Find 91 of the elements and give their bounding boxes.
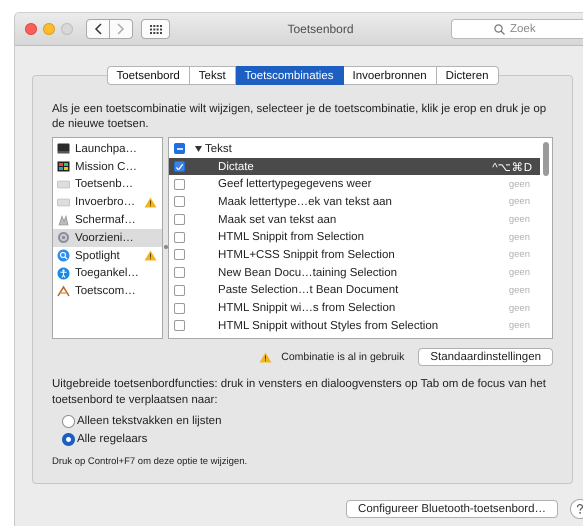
search-icon (494, 24, 505, 35)
category-item[interactable]: Launchpa… (53, 140, 162, 158)
shortcut-keys: geen (508, 320, 530, 332)
back-chevron-icon (94, 23, 102, 35)
bluetooth-button[interactable]: Configureer Bluetooth-toetsenbord… (346, 500, 558, 518)
checkbox[interactable] (174, 161, 186, 172)
shortcut-name: Dictate (218, 160, 255, 173)
shortcut-name: Geef lettertypegegevens weer (218, 178, 372, 190)
minimize-button[interactable] (43, 23, 55, 35)
shortcut-keys: geen (508, 302, 530, 314)
checkbox[interactable] (174, 267, 186, 278)
checkbox[interactable] (174, 214, 186, 226)
shortcut-row[interactable]: Maak set van tekst aan geen (169, 210, 540, 228)
checkbox[interactable] (174, 249, 186, 260)
tab[interactable]: Dicteren (436, 66, 498, 85)
radio-button[interactable] (62, 432, 75, 446)
gear-icon (57, 231, 70, 244)
category-item[interactable]: Schermaf… (53, 211, 162, 229)
warning-icon (259, 352, 272, 362)
shortcut-row[interactable]: Dictate ^⌥⌘D (169, 158, 540, 176)
shortcut-row[interactable]: HTML Snippit from Selection geen (169, 228, 540, 246)
show-all-button[interactable] (141, 19, 170, 39)
question-mark-icon (574, 503, 583, 515)
full-keyboard-text: Uitgebreide toetsenbordfuncties: druk in vensters en dialoogvensters op Tab om de focus van het toetsenbord te verplaatsen naar: (52, 377, 547, 408)
search-field[interactable]: Zoek (451, 19, 583, 39)
tab[interactable]: Tekst (190, 66, 236, 85)
back-button[interactable] (86, 19, 110, 39)
group-label: Tekst (205, 142, 232, 155)
shortcut-name: Maak set van tekst aan (218, 214, 338, 226)
close-button[interactable] (25, 23, 37, 35)
shortcut-row[interactable]: Paste Selection…t Bean Document geen (169, 282, 540, 300)
hint-text: Druk op Control+F7 om deze optie te wijzigen. (52, 456, 248, 467)
shortcut-name: HTML+CSS Snippit from Selection (218, 248, 396, 261)
shortcut-name: Maak lettertype…ek van tekst aan (218, 196, 393, 208)
category-item[interactable]: Mission C… (53, 158, 162, 176)
tab[interactable]: Toetsenbord (106, 66, 190, 85)
checkbox[interactable] (174, 302, 186, 314)
shortcut-row[interactable]: Maak lettertype…ek van tekst aan geen (169, 193, 540, 211)
disclosure-triangle-icon[interactable] (195, 146, 202, 152)
checkbox[interactable] (174, 196, 186, 208)
checkbox[interactable] (174, 178, 186, 190)
category-item[interactable]: Voorzieni… (53, 228, 162, 247)
grid-icon (150, 24, 162, 34)
conflict-message: Combinatie is al in gebruik (281, 351, 404, 363)
radio-label[interactable]: Alleen tekstvakken en lijsten (77, 415, 222, 427)
shortcut-name: Paste Selection…t Bean Document (218, 284, 400, 296)
splitter-handle[interactable] (164, 245, 168, 249)
shortcut-keys: geen (508, 267, 530, 278)
shortcut-keys: geen (508, 196, 530, 208)
checkbox[interactable] (174, 284, 186, 296)
shortcut-row[interactable]: Geef lettertypegegevens weer geen (169, 175, 540, 194)
tab[interactable]: Invoerbronnen (344, 66, 437, 85)
shortcut-keys: geen (508, 178, 530, 190)
scrollbar-thumb[interactable] (543, 142, 549, 176)
shortcut-name: HTML Snippit without Styles from Selection (218, 320, 440, 332)
category-item[interactable]: Toetsenb… (53, 176, 162, 194)
category-item[interactable]: Invoerbro… (53, 193, 162, 212)
zoom-button[interactable] (61, 23, 73, 35)
instruction-text: Als je een toetscombinatie wilt wijzigen, selecteer je de toetscombinatie, klik je erop en druk je op de nieuwe toetsen. (52, 102, 548, 132)
defaults-button[interactable]: Standaardinstellingen (418, 348, 553, 366)
shortcut-row[interactable]: HTML Snippit without Styles from Selection geen (169, 316, 540, 335)
checkbox[interactable] (174, 232, 186, 243)
search-icon (57, 249, 70, 262)
keyboard-icon (57, 178, 70, 191)
category-item[interactable]: Toetscom… (53, 282, 162, 300)
shortcut-keys: geen (508, 214, 530, 226)
shortcut-row[interactable]: New Bean Docu…taining Selection geen (169, 264, 540, 282)
category-item[interactable]: Spotlight (53, 246, 162, 265)
window-title: Toetsenbord (286, 22, 355, 36)
shortcut-keys: ^⌥⌘D (492, 160, 532, 174)
shortcut-row[interactable]: HTML Snippit wi…s from Selection geen (169, 299, 540, 317)
tiled-screen-icon (57, 160, 70, 174)
shortcut-keys: geen (508, 232, 530, 243)
person-icon (57, 266, 70, 280)
dash-icon (176, 148, 183, 150)
shortcut-name: HTML Snippit wi…s from Selection (218, 302, 396, 314)
shortcut-row[interactable]: HTML+CSS Snippit from Selection geen (169, 246, 540, 264)
checkbox[interactable] (174, 320, 186, 332)
radio-button[interactable] (62, 414, 75, 428)
compass-icon (57, 284, 70, 298)
radio-label[interactable]: Alle regelaars (77, 433, 148, 445)
checkmark-icon (176, 164, 184, 170)
shortcut-keys: geen (508, 284, 530, 296)
forward-chevron-icon (117, 23, 125, 35)
tab[interactable]: Toetscombinaties (236, 66, 344, 85)
shortcut-name: HTML Snippit from Selection (218, 231, 365, 244)
category-item[interactable]: Toegankel… (53, 264, 162, 282)
keyboard-icon (57, 196, 70, 209)
shortcut-name: New Bean Docu…taining Selection (218, 266, 398, 279)
checkbox[interactable] (174, 143, 186, 154)
shortcut-keys: geen (508, 249, 530, 260)
